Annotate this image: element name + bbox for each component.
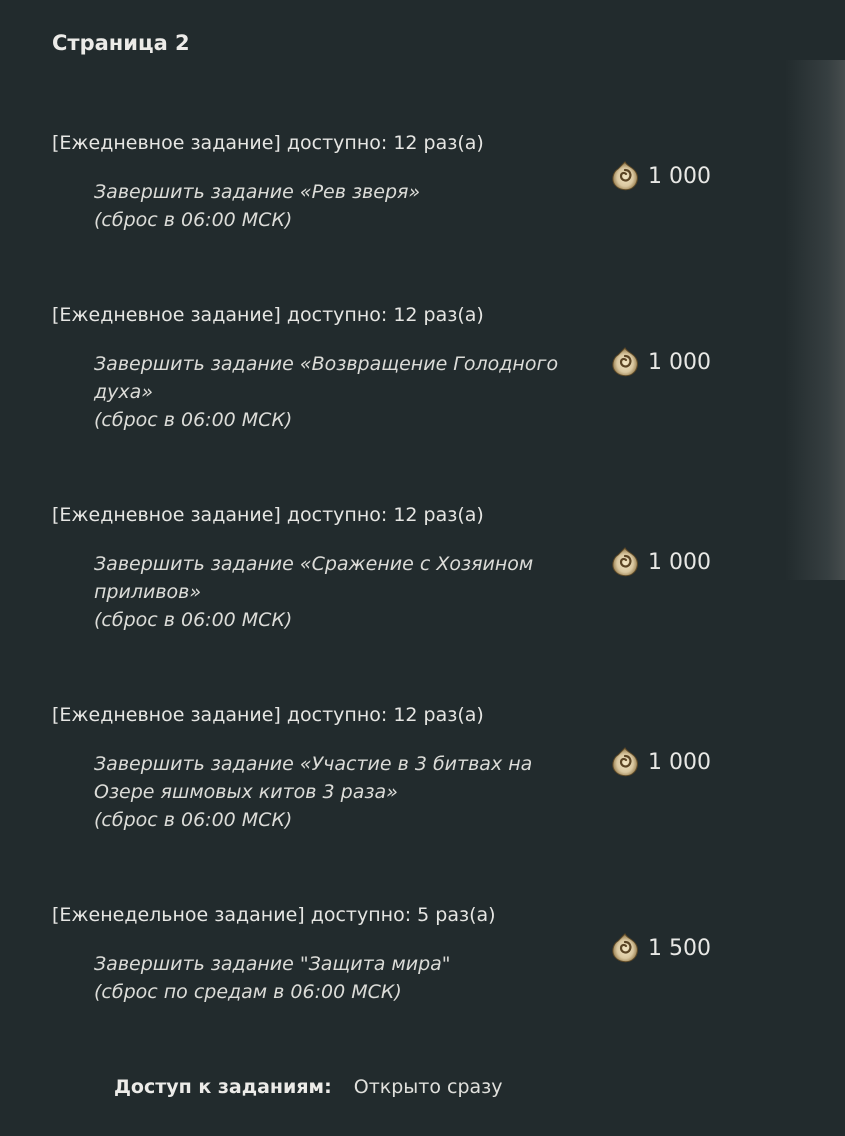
- task-reward: 1 000: [610, 546, 711, 578]
- spiral-coin-icon: [612, 347, 638, 377]
- task-desc-line: (сброс в 06:00 МСК): [94, 809, 293, 831]
- task-desc-line: Озере яшмовых китов 3 раза»: [94, 781, 398, 803]
- task-access-info: Доступ к заданиям: Открыто сразу: [114, 1076, 503, 1098]
- task-desc-line: духа»: [94, 381, 153, 403]
- task-desc-line: Завершить задание «Возвращение Голодного: [94, 353, 559, 375]
- task-header: [Еженедельное задание] доступно: 5 раз(а…: [52, 904, 496, 926]
- task-desc-line: Завершить задание «Участие в 3 битвах на: [94, 753, 533, 775]
- task-desc-line: Завершить задание "Защита мира": [94, 953, 451, 975]
- reward-amount: 1 000: [648, 163, 711, 189]
- task-header: [Ежедневное задание] доступно: 12 раз(а): [52, 132, 484, 154]
- reward-amount: 1 000: [648, 549, 711, 575]
- background-edge-art: [785, 60, 845, 580]
- task-desc-line: (сброс в 06:00 МСК): [94, 409, 293, 431]
- spiral-coin-icon: [612, 547, 638, 577]
- spiral-coin-icon: [612, 933, 638, 963]
- reward-amount: 1 500: [648, 935, 711, 961]
- task-header: [Ежедневное задание] доступно: 12 раз(а): [52, 304, 484, 326]
- task-desc-line: (сброс в 06:00 МСК): [94, 209, 293, 231]
- task-reward: 1 000: [610, 160, 711, 192]
- spiral-coin-icon: [612, 747, 638, 777]
- task-desc-line: (сброс в 06:00 МСК): [94, 609, 293, 631]
- spiral-coin-icon: [612, 161, 638, 191]
- task-desc-line: Завершить задание «Сражение с Хозяином: [94, 553, 534, 575]
- task-reward: 1 500: [610, 932, 711, 964]
- access-label: Доступ к заданиям:: [114, 1076, 332, 1098]
- task-desc-line: приливов»: [94, 581, 202, 603]
- task-header: [Ежедневное задание] доступно: 12 раз(а): [52, 704, 484, 726]
- reward-amount: 1 000: [648, 349, 711, 375]
- task-reward: 1 000: [610, 346, 711, 378]
- task-description: Завершить задание "Защита мира" (сброс п…: [94, 950, 594, 1006]
- task-description: Завершить задание «Сражение с Хозяином п…: [94, 550, 594, 634]
- reward-amount: 1 000: [648, 749, 711, 775]
- task-header: [Ежедневное задание] доступно: 12 раз(а): [52, 504, 484, 526]
- task-desc-line: Завершить задание «Рев зверя»: [94, 181, 421, 203]
- page-title: Страница 2: [52, 31, 190, 55]
- task-reward: 1 000: [610, 746, 711, 778]
- task-description: Завершить задание «Рев зверя» (сброс в 0…: [94, 178, 594, 234]
- access-value: Открыто сразу: [353, 1076, 503, 1098]
- task-desc-line: (сброс по средам в 06:00 МСК): [94, 981, 402, 1003]
- task-description: Завершить задание «Участие в 3 битвах на…: [94, 750, 594, 834]
- task-description: Завершить задание «Возвращение Голодного…: [94, 350, 594, 434]
